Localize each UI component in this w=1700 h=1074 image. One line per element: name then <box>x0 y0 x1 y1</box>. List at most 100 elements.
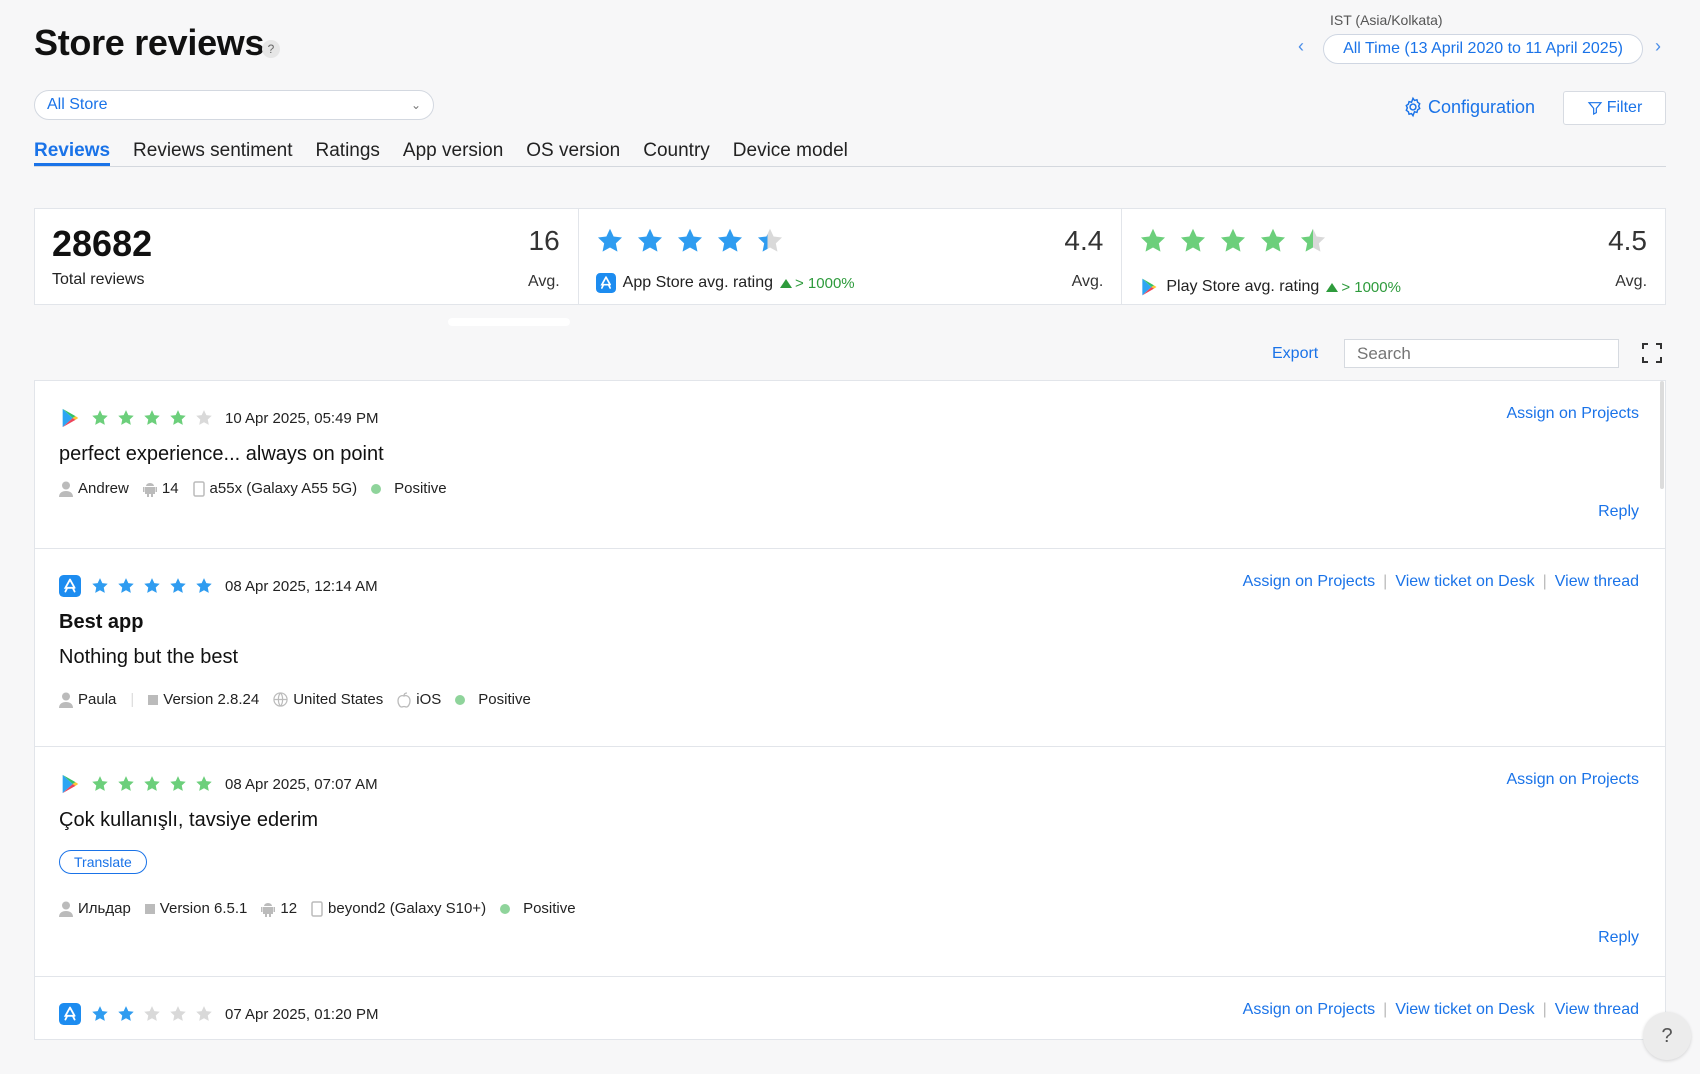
app-version: Version 2.8.24 <box>163 691 260 708</box>
play-store-rating-value: 4.5 <box>1608 225 1648 256</box>
tab-reviews-sentiment[interactable]: Reviews sentiment <box>133 140 292 166</box>
star-icon <box>170 578 186 593</box>
review-title: Best app <box>59 611 144 633</box>
review-date: 08 Apr 2025, 07:07 AM <box>225 775 378 793</box>
device-icon <box>192 480 205 497</box>
assign-on-projects-link[interactable]: Assign on Projects <box>1243 1001 1376 1019</box>
app-store-icon <box>59 575 81 597</box>
star-icon <box>717 228 742 252</box>
avg-label: Avg. <box>1615 273 1648 290</box>
app-store-icon <box>595 273 616 293</box>
total-reviews-value: 28682 <box>52 223 153 264</box>
user-icon <box>59 901 73 917</box>
tab-device-model[interactable]: Device model <box>733 140 848 166</box>
review-os: iOS <box>416 691 442 708</box>
app-store-rating-label: App Store avg. rating <box>622 274 773 291</box>
reply-button[interactable]: Reply <box>1598 929 1639 947</box>
tab-country[interactable]: Country <box>643 140 710 166</box>
review-list: 10 Apr 2025, 05:49 PM Assign on Projects… <box>34 380 1666 1040</box>
review-country: United States <box>293 691 384 708</box>
review-author: Paula <box>78 691 117 708</box>
star-icon <box>196 1006 212 1021</box>
review-author: Andrew <box>78 480 129 497</box>
android-icon <box>142 482 157 497</box>
play-store-trend: > 1000% <box>1341 278 1401 296</box>
page-title: Store reviews <box>34 22 265 63</box>
review-item: 08 Apr 2025, 12:14 AM Assign on Projects… <box>35 549 1665 747</box>
total-reviews-card: 28682 Total reviews 16 Avg. <box>35 209 579 304</box>
globe-icon <box>273 692 288 707</box>
star-icon <box>118 776 134 791</box>
store-select[interactable]: All Store ⌄ <box>34 90 434 120</box>
tab-os-version[interactable]: OS version <box>526 140 620 166</box>
star-icon <box>144 776 160 791</box>
export-button[interactable]: Export <box>1272 345 1318 363</box>
star-icon <box>170 1006 186 1021</box>
apple-icon <box>397 691 411 708</box>
device-model: beyond2 (Galaxy S10+) <box>328 900 487 917</box>
view-thread-link[interactable]: View thread <box>1555 573 1639 591</box>
version-icon <box>148 694 159 705</box>
view-thread-link[interactable]: View thread <box>1555 1001 1639 1019</box>
assign-on-projects-link[interactable]: Assign on Projects <box>1506 405 1639 423</box>
star-icon <box>144 410 160 425</box>
translate-button[interactable]: Translate <box>59 850 147 874</box>
review-rating-stars <box>91 775 213 793</box>
star-icon <box>118 578 134 593</box>
star-icon <box>92 776 108 791</box>
star-icon <box>677 228 702 252</box>
play-store-icon <box>62 408 79 428</box>
review-rating-stars <box>91 409 213 427</box>
review-date: 10 Apr 2025, 05:49 PM <box>225 409 379 427</box>
star-icon <box>170 410 186 425</box>
triangle-up-icon <box>1326 282 1339 292</box>
trend-up-indicator: > 1000% <box>779 274 855 292</box>
user-icon <box>59 481 73 497</box>
app-store-trend: > 1000% <box>794 274 855 292</box>
tab-app-version[interactable]: App version <box>403 140 503 166</box>
star-icon <box>196 410 212 425</box>
tab-reviews[interactable]: Reviews <box>34 140 111 166</box>
review-item: 07 Apr 2025, 01:20 PM Assign on Projects… <box>35 977 1665 1039</box>
star-icon <box>637 228 662 252</box>
app-store-icon <box>59 1003 81 1025</box>
star-icon <box>144 1006 160 1021</box>
trend-up-indicator: > 1000% <box>1326 279 1401 296</box>
star-icon <box>144 578 160 593</box>
view-ticket-on-desk-link[interactable]: View ticket on Desk <box>1395 573 1534 591</box>
star-icon <box>1301 228 1326 252</box>
help-fab-button[interactable]: ? <box>1643 1012 1691 1060</box>
star-icon <box>92 578 108 593</box>
help-icon[interactable]: ? <box>262 40 280 58</box>
view-ticket-on-desk-link[interactable]: View ticket on Desk <box>1395 1001 1534 1019</box>
triangle-up-icon <box>779 278 792 288</box>
positive-sentiment-dot <box>455 694 466 705</box>
chevron-left-icon[interactable]: ‹ <box>1298 36 1304 57</box>
total-reviews-label: Total reviews <box>52 271 145 288</box>
date-range-picker[interactable]: All Time (13 April 2020 to 11 April 2025… <box>1323 34 1643 64</box>
star-icon <box>92 1006 108 1021</box>
play-store-icon <box>62 774 79 794</box>
stats-panel: 28682 Total reviews 16 Avg. App Store av… <box>34 208 1666 305</box>
store-select-value: All Store <box>47 96 108 113</box>
positive-sentiment-dot <box>371 483 382 494</box>
chevron-right-icon[interactable]: › <box>1655 36 1661 57</box>
star-icon <box>1221 228 1246 252</box>
reply-button[interactable]: Reply <box>1598 503 1639 521</box>
search-input[interactable] <box>1344 339 1619 368</box>
star-icon <box>196 578 212 593</box>
fullscreen-icon[interactable] <box>1641 342 1663 364</box>
assign-on-projects-link[interactable]: Assign on Projects <box>1506 771 1639 789</box>
configuration-label: Configuration <box>1428 96 1536 117</box>
review-item: 08 Apr 2025, 07:07 AM Assign on Projects… <box>35 747 1665 977</box>
review-rating-stars <box>91 577 213 595</box>
sentiment-label: Positive <box>478 691 531 708</box>
star-icon <box>118 1006 134 1021</box>
tab-ratings[interactable]: Ratings <box>316 140 380 166</box>
star-icon <box>1181 228 1206 252</box>
app-version: Version 6.5.1 <box>159 900 248 917</box>
assign-on-projects-link[interactable]: Assign on Projects <box>1243 573 1376 591</box>
filter-button[interactable]: Filter <box>1563 91 1666 125</box>
review-item: 10 Apr 2025, 05:49 PM Assign on Projects… <box>35 381 1665 549</box>
configuration-button[interactable]: Configuration <box>1402 96 1535 118</box>
